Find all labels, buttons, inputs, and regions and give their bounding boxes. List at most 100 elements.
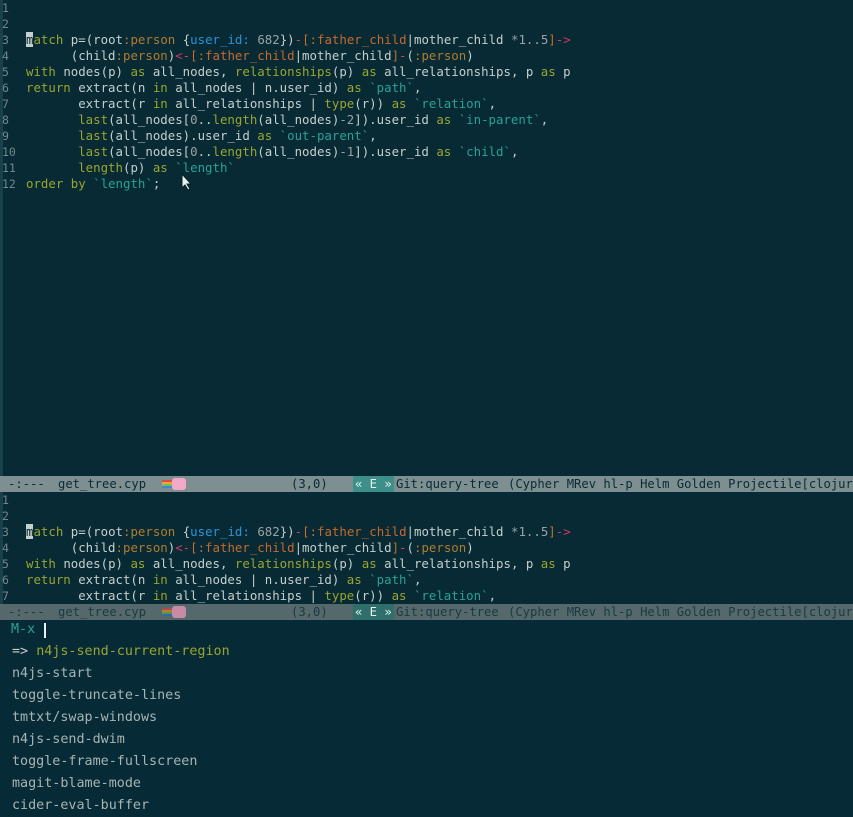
candidate-item[interactable]: tmtxt/swap-windows [12, 707, 157, 729]
mx-prompt: M-x [11, 622, 36, 637]
code-lines[interactable]: 1 2 3 match p=(root:person {user_id: 682})-… [0, 0, 853, 192]
candidate-item[interactable]: n4js-send-dwim [12, 729, 125, 751]
code-token: (p) [122, 160, 153, 175]
line-code: length(p) as `length` [26, 160, 235, 176]
code-token: (child [26, 48, 116, 63]
code-token: p=( [70, 524, 94, 539]
vc-branch[interactable]: Git:query-tree [396, 604, 499, 620]
code-token: | [406, 32, 414, 47]
mode-line-top[interactable]: -:--- get_tree.cyp (3,0) « E » Git:query… [0, 476, 853, 492]
line-code: with nodes(p) as all_nodes, relationship… [26, 64, 571, 80]
code-token: :person [123, 32, 183, 47]
code-line[interactable]: 3 match p=(root:person {user_id: 682})-[:… [0, 32, 853, 48]
code-line[interactable]: 6 return extract(n in all_nodes | n.user_… [0, 572, 853, 588]
code-line[interactable]: 12 order by `length`; [0, 176, 853, 192]
candidate-item[interactable]: toggle-frame-fullscreen [12, 751, 197, 773]
code-token: (all_nodes).user_id [108, 128, 258, 143]
code-line[interactable]: 7 extract(r in all_relationships | type(… [0, 96, 853, 112]
candidate-label: magit-blame-mode [12, 776, 141, 791]
code-token: ] [548, 32, 556, 47]
editor-window-top[interactable]: 1 2 3 match p=(root:person {user_id: 682})-… [0, 0, 853, 476]
code-token: }) [279, 524, 295, 539]
code-token: as [436, 144, 459, 159]
code-token: last [26, 144, 109, 159]
editor-window-bottom[interactable]: 1 2 3 match p=(root:person {user_id: 682})-… [0, 492, 853, 604]
line-number: 9 [2, 129, 9, 143]
candidate-item[interactable]: n4js-start [12, 663, 93, 685]
code-token: :person [123, 524, 183, 539]
code-token: :person [115, 48, 168, 63]
code-token: (child [26, 540, 116, 555]
code-lines[interactable]: 1 2 3 match p=(root:person {user_id: 682})-… [0, 492, 853, 604]
code-token: all_nodes, [152, 556, 235, 571]
code-line[interactable]: 11 length(p) as `length` [0, 160, 853, 176]
vc-branch[interactable]: Git:query-tree [396, 476, 499, 492]
code-line[interactable]: 4 (child:person)<-[:father_child|mother_… [0, 48, 853, 64]
buffer-state: -:--- [8, 477, 45, 491]
buffer-name[interactable]: get_tree.cyp [58, 476, 146, 492]
code-token: length [212, 112, 258, 127]
code-line[interactable]: 10 last(all_nodes[0..length(all_nodes)-1… [0, 144, 853, 160]
code-token: `in-parent` [458, 112, 541, 127]
code-token: root [93, 32, 124, 47]
candidate-item[interactable]: magit-blame-mode [12, 773, 141, 795]
selection-arrow: => [12, 644, 29, 659]
line-code: (child:person)<-[:father_child|mother_ch… [26, 48, 474, 64]
mouse-cursor-icon [181, 173, 193, 191]
code-token: user_id: [190, 524, 250, 539]
code-token: *1..5 [510, 32, 549, 47]
code-token: -1 [339, 144, 355, 159]
code-line[interactable]: 5 with nodes(p) as all_nodes, relationshi… [0, 556, 853, 572]
code-line[interactable]: 5 with nodes(p) as all_nodes, relationshi… [0, 64, 853, 80]
line-code: last(all_nodes[0..length(all_nodes)-2]).… [26, 112, 548, 128]
code-token: all_nodes, [152, 64, 235, 79]
code-line[interactable]: 2 [0, 16, 853, 32]
code-token: -2 [339, 112, 355, 127]
code-token: `relation` [413, 96, 489, 111]
code-token: `relation` [413, 588, 489, 603]
line-number: 11 [2, 161, 16, 175]
line-number: 4 [2, 541, 9, 555]
code-line[interactable]: 1 [0, 0, 853, 16]
code-line[interactable]: 8 last(all_nodes[0..length(all_nodes)-2]… [0, 112, 853, 128]
buffer-name[interactable]: get_tree.cyp [58, 604, 146, 620]
code-token: (r)) [354, 588, 392, 603]
code-token: all_nodes | n.user_id) [175, 572, 347, 587]
text-caret [44, 623, 46, 638]
code-token: type [324, 96, 355, 111]
code-token: as [391, 588, 414, 603]
minor-modes[interactable]: (Cypher MRev hl-p Helm Golden Projectile… [508, 476, 853, 492]
code-line[interactable]: 2 [0, 508, 853, 524]
line-code: extract(r in all_relationships | type(r)… [26, 96, 496, 112]
code-line[interactable]: 7 extract(r in all_relationships | type(… [0, 588, 853, 604]
code-line[interactable]: 1 [0, 492, 853, 508]
code-line[interactable]: 9 last(all_nodes).user_id as `out-parent… [0, 128, 853, 144]
code-token: ] [548, 524, 556, 539]
candidate-label: tmtxt/swap-windows [12, 710, 158, 725]
code-token: extract(n [78, 80, 153, 95]
line-code: with nodes(p) as all_nodes, relationship… [26, 556, 571, 572]
minibuffer[interactable]: M-x => n4js-send-current-region n4js-star… [0, 620, 853, 813]
code-token: , [369, 128, 377, 143]
code-token: length [26, 160, 123, 175]
code-line[interactable]: 3 match p=(root:person {user_id: 682})-[:… [0, 524, 853, 540]
code-token: as [361, 64, 385, 79]
code-token: atch [33, 32, 71, 47]
candidate-item[interactable]: cider-eval-buffer [12, 795, 149, 817]
code-token: .. [197, 112, 213, 127]
candidate-label: toggle-frame-fullscreen [12, 754, 198, 769]
line-code: order by `length`; [26, 176, 160, 192]
code-line[interactable]: 4 (child:person)<-[:father_child|mother_… [0, 540, 853, 556]
code-token: 0 [190, 144, 198, 159]
candidate-selected[interactable]: => n4js-send-current-region [12, 641, 230, 663]
line-number: 7 [2, 589, 9, 603]
code-token: ]).user_id [354, 144, 437, 159]
code-token: , [413, 80, 422, 95]
code-token: atch [33, 524, 71, 539]
minor-modes[interactable]: (Cypher MRev hl-p Helm Golden Projectile… [508, 604, 853, 620]
candidate-item[interactable]: toggle-truncate-lines [12, 685, 181, 707]
code-token: as [130, 556, 153, 571]
mode-line-bottom[interactable]: -:--- get_tree.cyp (3,0) « E » Git:query… [0, 604, 853, 620]
line-number: 6 [2, 81, 9, 95]
code-line[interactable]: 6 return extract(n in all_nodes | n.user_… [0, 80, 853, 96]
